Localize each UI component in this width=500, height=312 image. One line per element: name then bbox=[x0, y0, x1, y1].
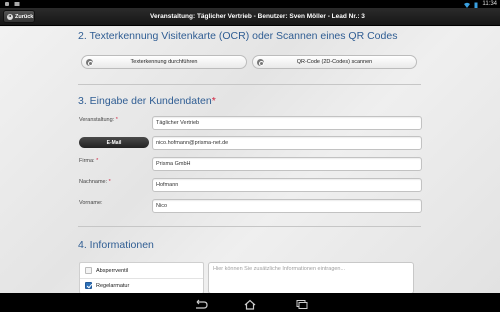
section-customer-title: 3. Eingabe der Kundendaten* bbox=[78, 95, 216, 107]
company-label: Firma: * bbox=[79, 158, 99, 164]
title-bar: Zurück Veranstaltung: Täglicher Vertrieb… bbox=[0, 8, 500, 26]
checkbox-regelarmatur[interactable] bbox=[85, 282, 92, 289]
android-debug-icon bbox=[4, 1, 10, 7]
options-list: Absperrventil Regelarmatur bbox=[79, 262, 204, 294]
page-title: Veranstaltung: Täglicher Vertrieb - Benu… bbox=[150, 13, 365, 20]
event-label: Veranstaltung: * bbox=[79, 117, 118, 123]
option-absperrventil[interactable]: Absperrventil bbox=[85, 267, 128, 274]
wifi-icon bbox=[464, 2, 471, 8]
back-button[interactable]: Zurück bbox=[3, 10, 35, 23]
lastname-label: Nachname: * bbox=[79, 179, 111, 185]
firstname-label: Vorname: bbox=[79, 200, 103, 206]
ocr-button-label: Texterkennung durchführen bbox=[130, 59, 198, 65]
main-content[interactable]: 2. Texterkennung Visitenkarte (OCR) oder… bbox=[0, 27, 500, 293]
media-icon bbox=[14, 1, 20, 7]
battery-icon bbox=[473, 2, 479, 8]
lastname-input[interactable]: Hofmann bbox=[152, 178, 422, 192]
status-bar: 11:34 bbox=[0, 0, 500, 8]
qr-scan-button[interactable]: QR-Code (2D-Codes) scannen bbox=[252, 55, 417, 69]
option-label: Regelarmatur bbox=[96, 282, 130, 289]
section-info-title: 4. Informationen bbox=[78, 239, 154, 251]
home-nav-icon[interactable] bbox=[242, 297, 258, 310]
divider bbox=[80, 278, 203, 279]
system-nav-bar bbox=[0, 293, 500, 312]
email-button[interactable]: E-Mail bbox=[79, 137, 149, 148]
event-input[interactable]: Täglicher Vertrieb bbox=[152, 116, 422, 130]
checkbox-absperrventil[interactable] bbox=[85, 267, 92, 274]
firstname-input[interactable]: Nico bbox=[152, 199, 422, 213]
search-icon bbox=[86, 59, 93, 66]
qr-scan-button-label: QR-Code (2D-Codes) scannen bbox=[296, 59, 373, 65]
option-label: Absperrventil bbox=[96, 267, 129, 274]
search-icon bbox=[257, 59, 264, 66]
info-textarea[interactable]: Hier können Sie zusätzliche Informatione… bbox=[208, 262, 414, 294]
option-regelarmatur[interactable]: Regelarmatur bbox=[85, 282, 129, 289]
status-time: 11:34 bbox=[482, 1, 497, 7]
recent-apps-icon[interactable] bbox=[293, 297, 309, 309]
email-input[interactable]: nico.hofmann@prisma-net.de bbox=[152, 136, 422, 150]
back-button-label: Zurück bbox=[15, 13, 34, 20]
back-nav-icon[interactable] bbox=[192, 297, 208, 309]
divider bbox=[78, 226, 421, 227]
divider bbox=[78, 84, 421, 85]
back-arrow-icon bbox=[7, 13, 13, 20]
section-ocr-title: 2. Texterkennung Visitenkarte (OCR) oder… bbox=[78, 30, 398, 42]
company-input[interactable]: Prisma GmbH bbox=[152, 157, 422, 171]
ocr-button[interactable]: Texterkennung durchführen bbox=[81, 55, 247, 69]
